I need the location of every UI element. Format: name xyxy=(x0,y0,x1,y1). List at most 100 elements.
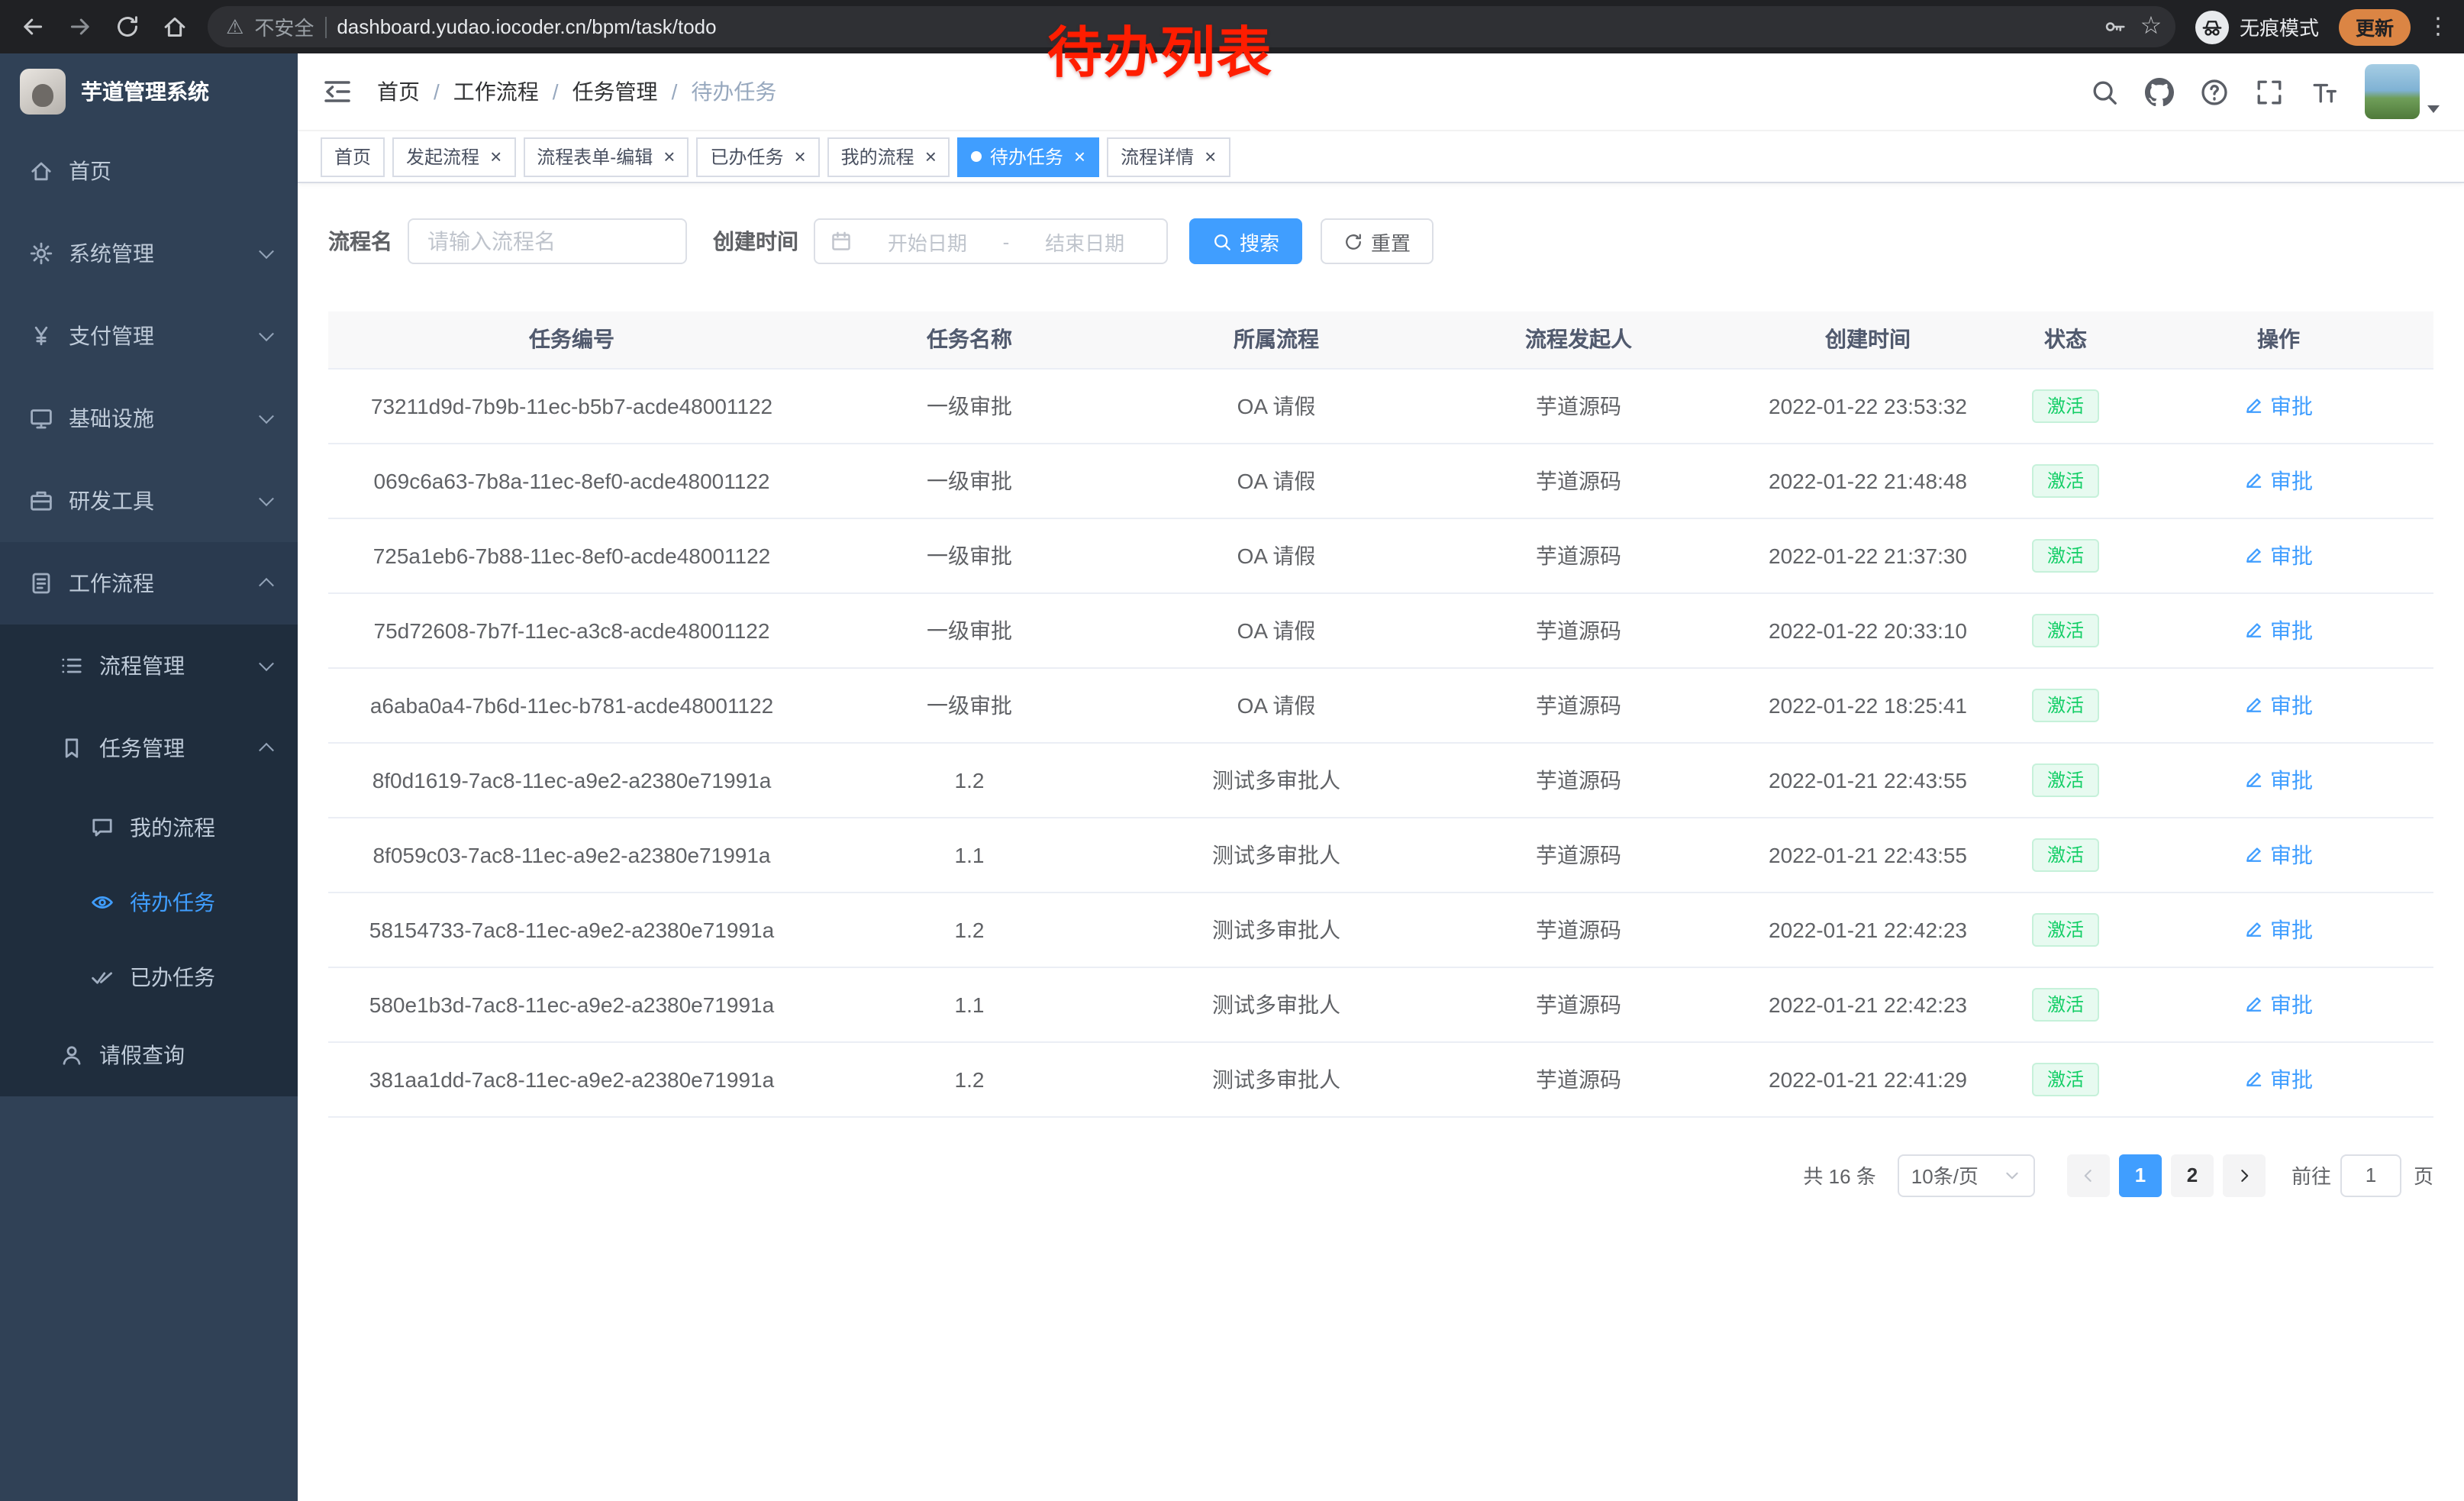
approve-link[interactable]: 审批 xyxy=(2244,764,2313,795)
create-time-cell: 2022-01-21 22:43:55 xyxy=(1728,817,2008,892)
create-time-range-picker[interactable]: 开始日期 - 结束日期 xyxy=(814,218,1168,264)
font-size-icon[interactable] xyxy=(2310,77,2339,106)
chevron-left-icon xyxy=(2079,1166,2098,1184)
refresh-icon[interactable] xyxy=(113,13,140,40)
prev-page-button[interactable] xyxy=(2067,1154,2110,1196)
sidebar-item-task-mgmt[interactable]: 任务管理 xyxy=(0,707,298,789)
forward-icon[interactable] xyxy=(66,13,93,40)
browser-menu-icon[interactable]: ⋮ xyxy=(2430,13,2446,40)
task-name-cell: 1.2 xyxy=(815,1041,1124,1116)
status-cell: 激活 xyxy=(2008,368,2124,443)
approve-link[interactable]: 审批 xyxy=(2244,615,2313,645)
tab-start-process[interactable]: 发起流程× xyxy=(392,137,515,176)
process-name-label: 流程名 xyxy=(328,226,392,257)
breadcrumb-item: 待办任务 xyxy=(691,76,776,107)
fullscreen-icon[interactable] xyxy=(2255,77,2284,106)
browser-home-icon[interactable] xyxy=(160,13,188,40)
approve-link[interactable]: 审批 xyxy=(2244,465,2313,495)
table-row: 381aa1dd-7ac8-11ec-a9e2-a2380e71991a1.2测… xyxy=(328,1041,2433,1116)
key-icon[interactable] xyxy=(2104,15,2128,39)
page-number-1[interactable]: 1 xyxy=(2119,1154,2162,1196)
task-id-cell: 73211d9d-7b9b-11ec-b5b7-acde48001122 xyxy=(328,368,815,443)
close-tab-icon[interactable]: × xyxy=(794,147,805,166)
total-count: 共 16 条 xyxy=(1803,1160,1875,1190)
approve-link[interactable]: 审批 xyxy=(2244,914,2313,944)
sidebar-item-system-mgmt[interactable]: 系统管理 xyxy=(0,212,298,295)
approve-link[interactable]: 审批 xyxy=(2244,1064,2313,1094)
tab-todo-tasks[interactable]: 待办任务× xyxy=(958,137,1099,176)
task-name-cell: 一级审批 xyxy=(815,592,1124,667)
create-time-cell: 2022-01-22 23:53:32 xyxy=(1728,368,2008,443)
search-button[interactable]: 搜索 xyxy=(1189,218,1302,264)
process-starter-cell: 芋道源码 xyxy=(1429,817,1728,892)
status-badge: 激活 xyxy=(2032,389,2099,422)
approve-link[interactable]: 审批 xyxy=(2244,839,2313,870)
status-cell: 激活 xyxy=(2008,817,2124,892)
tab-label: 已办任务 xyxy=(710,144,783,169)
close-tab-icon[interactable]: × xyxy=(1205,147,1216,166)
sidebar-item-my-process[interactable]: 我的流程 xyxy=(0,789,298,864)
tab-done-tasks[interactable]: 已办任务 × xyxy=(696,137,819,176)
sidebar-item-workflow[interactable]: 工作流程 xyxy=(0,542,298,625)
user-menu[interactable] xyxy=(2365,64,2440,119)
action-cell: 审批 xyxy=(2124,592,2433,667)
approve-link[interactable]: 审批 xyxy=(2244,540,2313,570)
process-starter-cell: 芋道源码 xyxy=(1429,443,1728,518)
table-row: 8f059c03-7ac8-11ec-a9e2-a2380e71991a1.1测… xyxy=(328,817,2433,892)
sidebar-item-leave-query[interactable]: 请假查询 xyxy=(0,1014,298,1096)
breadcrumb-separator: / xyxy=(672,79,678,104)
sidebar-item-label: 请假查询 xyxy=(99,1040,185,1070)
sidebar-item-home[interactable]: 首页 xyxy=(0,130,298,212)
tab-process-detail[interactable]: 流程详情× xyxy=(1107,137,1230,176)
reset-button[interactable]: 重置 xyxy=(1321,218,1434,264)
sidebar-item-done-tasks[interactable]: 已办任务 xyxy=(0,939,298,1014)
sidebar-item-todo-tasks[interactable]: 待办任务 xyxy=(0,864,298,939)
close-tab-icon[interactable]: × xyxy=(490,147,502,166)
gear-icon xyxy=(29,241,53,266)
create-time-cell: 2022-01-22 20:33:10 xyxy=(1728,592,2008,667)
update-button[interactable]: 更新 xyxy=(2339,8,2411,45)
search-icon[interactable] xyxy=(2090,77,2119,106)
table-row: 75d72608-7b7f-11ec-a3c8-acde48001122一级审批… xyxy=(328,592,2433,667)
start-date-placeholder: 开始日期 xyxy=(861,227,994,256)
monitor-icon xyxy=(29,406,53,431)
process-name-input[interactable]: 请输入流程名 xyxy=(408,218,687,264)
sidebar-item-payment-mgmt[interactable]: 支付管理 xyxy=(0,295,298,377)
tab-home[interactable]: 首页 xyxy=(321,137,385,176)
page-number-2[interactable]: 2 xyxy=(2171,1154,2214,1196)
approve-link[interactable]: 审批 xyxy=(2244,989,2313,1019)
status-cell: 激活 xyxy=(2008,742,2124,817)
page: ⚠ 不安全 dashboard.yudao.iocoder.cn/bpm/tas… xyxy=(0,0,2464,1501)
process-name-cell: OA 请假 xyxy=(1124,518,1429,592)
goto-page-input[interactable]: 1 xyxy=(2340,1154,2401,1196)
breadcrumb-item[interactable]: 任务管理 xyxy=(572,76,658,107)
help-icon[interactable] xyxy=(2200,77,2229,106)
close-tab-icon[interactable]: × xyxy=(663,147,675,166)
github-icon[interactable] xyxy=(2145,77,2174,106)
collapse-sidebar-icon[interactable] xyxy=(322,76,353,107)
sidebar-item-process-mgmt[interactable]: 流程管理 xyxy=(0,625,298,707)
update-label: 更新 xyxy=(2356,12,2394,41)
breadcrumb-item[interactable]: 工作流程 xyxy=(453,76,539,107)
close-tab-icon[interactable]: × xyxy=(925,147,937,166)
breadcrumb-item[interactable]: 首页 xyxy=(377,76,420,107)
sidebar-item-label: 任务管理 xyxy=(99,733,185,763)
back-icon[interactable] xyxy=(18,13,46,40)
page-size-select[interactable]: 10条/页 xyxy=(1898,1154,2035,1196)
tab-my-process[interactable]: 我的流程× xyxy=(827,137,950,176)
create-time-cell: 2022-01-22 21:37:30 xyxy=(1728,518,2008,592)
app-logo[interactable]: 芋道管理系统 xyxy=(0,53,298,130)
close-tab-icon[interactable]: × xyxy=(1074,147,1085,166)
tab-form-edit[interactable]: 流程表单-编辑× xyxy=(523,137,689,176)
approve-link[interactable]: 审批 xyxy=(2244,390,2313,421)
sidebar-item-infrastructure[interactable]: 基础设施 xyxy=(0,377,298,460)
approve-link[interactable]: 审批 xyxy=(2244,689,2313,720)
pagination-pages: 12 xyxy=(2114,1154,2218,1196)
avatar xyxy=(2365,64,2420,119)
next-page-button[interactable] xyxy=(2223,1154,2266,1196)
action-cell: 审批 xyxy=(2124,967,2433,1041)
sidebar-item-dev-tools[interactable]: 研发工具 xyxy=(0,460,298,542)
status-cell: 激活 xyxy=(2008,967,2124,1041)
process-starter-cell: 芋道源码 xyxy=(1429,518,1728,592)
bookmark-star-icon[interactable]: ☆ xyxy=(2139,15,2163,39)
